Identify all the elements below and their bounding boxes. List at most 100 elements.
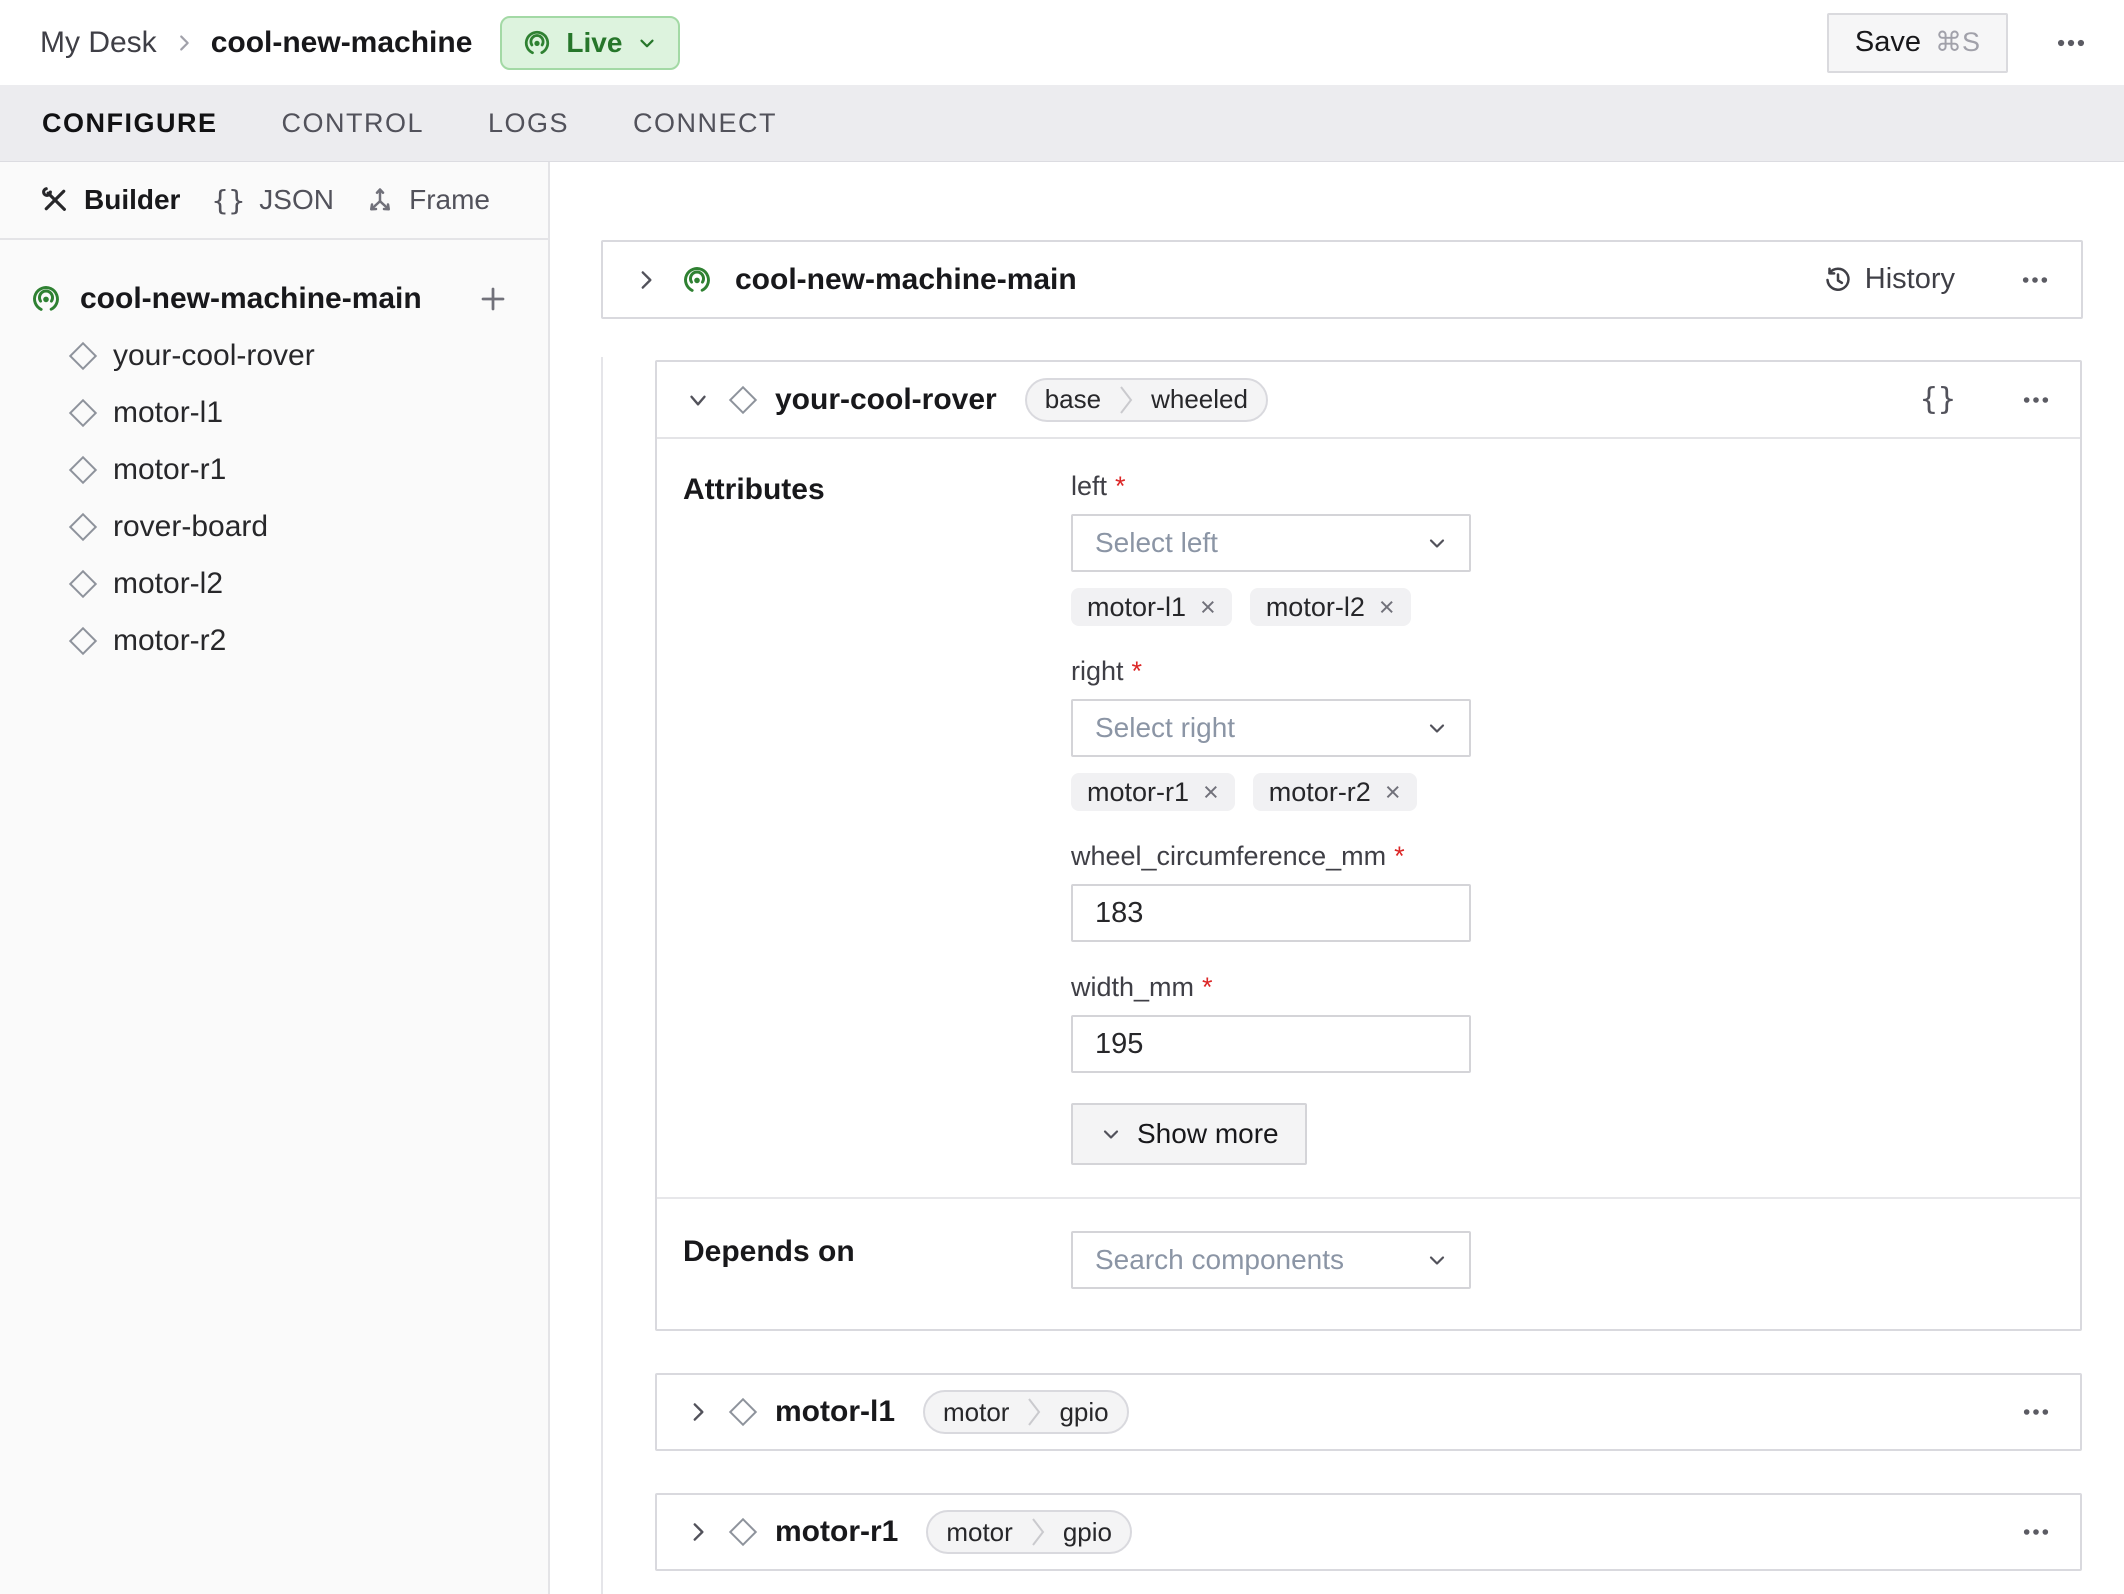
select-left-placeholder: Select left	[1095, 527, 1218, 558]
badge-divider-chevron	[1028, 1398, 1041, 1426]
machine-part-icon	[30, 283, 62, 315]
history-button[interactable]: History	[1823, 263, 1955, 296]
required-asterisk: *	[1394, 841, 1405, 871]
field-width: width_mm *	[1071, 972, 1471, 1073]
main-tab-bar: CONFIGURE CONTROL LOGS CONNECT	[0, 85, 2124, 162]
tree-item-label: motor-r2	[113, 623, 227, 657]
select-left-dropdown[interactable]: Select left	[1071, 514, 1471, 572]
configure-panel: cool-new-machine-main History your-cool-…	[550, 162, 2124, 1594]
tab-control[interactable]: CONTROL	[282, 108, 425, 139]
motor-l1-card: motor-l1 motor gpio	[655, 1373, 2082, 1451]
badge-type: base	[1044, 384, 1102, 414]
required-asterisk: *	[1202, 972, 1213, 1002]
rover-component-card: your-cool-rover base wheeled {} Attribut…	[655, 360, 2082, 1331]
machine-part-card: cool-new-machine-main History	[601, 240, 2083, 319]
chevron-right-icon	[173, 32, 195, 54]
tree-item-label: motor-l1	[113, 395, 224, 429]
tree-item-motor-l2[interactable]: motor-l2	[0, 555, 548, 612]
badge-type: motor	[946, 1516, 1013, 1547]
add-component-button[interactable]	[478, 284, 508, 314]
chip-label: motor-l2	[1265, 591, 1365, 622]
left-chips: motor-l1 × motor-l2 ×	[1071, 588, 1471, 626]
component-diamond-icon	[68, 398, 98, 427]
motor-r1-menu-button[interactable]	[2020, 1516, 2052, 1548]
view-builder[interactable]: Builder	[40, 184, 180, 216]
frame-axes-icon	[365, 185, 395, 215]
required-asterisk: *	[1115, 471, 1126, 501]
badge-model: gpio	[1059, 1396, 1109, 1427]
view-json-label: JSON	[259, 184, 334, 215]
chevron-down-icon	[1429, 539, 1445, 548]
save-button[interactable]: Save ⌘S	[1826, 12, 2008, 73]
field-left: left * Select left motor-l1 × motor-l2 ×	[1071, 471, 1471, 626]
save-button-label: Save	[1854, 26, 1921, 58]
chevron-down-icon	[1103, 1130, 1119, 1139]
badge-type: motor	[943, 1396, 1010, 1427]
component-diamond-icon	[728, 385, 758, 414]
edit-json-button[interactable]: {}	[1920, 382, 1956, 417]
attributes-section: Attributes left * Select left motor-l1 ×…	[657, 439, 2080, 1197]
breadcrumb: My Desk cool-new-machine	[40, 26, 472, 60]
overflow-menu-button[interactable]	[2054, 26, 2088, 60]
component-diamond-icon	[68, 626, 98, 655]
tree-item-rover-board[interactable]: rover-board	[0, 498, 548, 555]
history-clock-icon	[1823, 265, 1853, 295]
collapse-chevron-down-icon[interactable]	[685, 387, 711, 413]
chevron-down-icon	[1429, 724, 1445, 733]
breadcrumb-current: cool-new-machine	[210, 25, 473, 59]
live-status-label: Live	[566, 26, 623, 58]
expand-chevron-right-icon[interactable]	[685, 1519, 711, 1545]
motor-l1-title: motor-l1	[775, 1395, 895, 1428]
badge-divider-chevron	[1032, 1518, 1045, 1546]
tab-configure[interactable]: CONFIGURE	[42, 108, 218, 139]
chip-motor-l2[interactable]: motor-l2 ×	[1249, 588, 1411, 626]
part-menu-button[interactable]	[2019, 264, 2051, 296]
chip-motor-r1[interactable]: motor-r1 ×	[1071, 773, 1235, 811]
motor-r1-title: motor-r1	[775, 1515, 899, 1548]
remove-chip-icon[interactable]: ×	[1385, 777, 1401, 808]
label-text: right	[1071, 656, 1124, 686]
component-diamond-icon	[68, 455, 98, 484]
expand-chevron-right-icon[interactable]	[685, 1399, 711, 1425]
show-more-button[interactable]: Show more	[1071, 1103, 1307, 1165]
tree-root-machine-part[interactable]: cool-new-machine-main	[0, 270, 548, 327]
rover-title: your-cool-rover	[775, 382, 997, 416]
depends-on-heading: Depends on	[683, 1235, 855, 1268]
machine-part-icon	[681, 264, 713, 296]
field-right-label: right *	[1071, 656, 1471, 687]
chip-motor-l1[interactable]: motor-l1 ×	[1071, 588, 1232, 626]
label-text: width_mm	[1071, 972, 1195, 1002]
expand-chevron-right-icon[interactable]	[633, 267, 659, 293]
view-builder-label: Builder	[84, 184, 181, 215]
field-width-label: width_mm *	[1071, 972, 1471, 1003]
field-right: right * Select right motor-r1 × motor-r2…	[1071, 656, 1471, 811]
top-bar: My Desk cool-new-machine Live Save ⌘S	[0, 0, 2124, 85]
tree-item-your-cool-rover[interactable]: your-cool-rover	[0, 327, 548, 384]
tree-item-motor-r2[interactable]: motor-r2	[0, 612, 548, 669]
rover-menu-button[interactable]	[2020, 384, 2052, 416]
remove-chip-icon[interactable]: ×	[1379, 592, 1395, 623]
live-status-dropdown[interactable]: Live	[500, 15, 681, 70]
tree-item-motor-l1[interactable]: motor-l1	[0, 384, 548, 441]
chip-motor-r2[interactable]: motor-r2 ×	[1252, 773, 1417, 811]
tree-item-motor-r1[interactable]: motor-r1	[0, 441, 548, 498]
search-components-placeholder: Search components	[1095, 1244, 1345, 1275]
save-shortcut-hint: ⌘S	[1934, 27, 1980, 57]
remove-chip-icon[interactable]: ×	[1203, 777, 1219, 808]
select-right-dropdown[interactable]: Select right	[1071, 699, 1471, 757]
breadcrumb-parent-link[interactable]: My Desk	[40, 26, 157, 60]
width-input[interactable]	[1071, 1015, 1471, 1073]
tab-logs[interactable]: LOGS	[488, 108, 569, 139]
attributes-heading: Attributes	[683, 473, 825, 506]
chip-label: motor-l1	[1087, 591, 1187, 622]
attributes-fields: left * Select left motor-l1 × motor-l2 ×…	[1071, 439, 1471, 1197]
view-json[interactable]: {} JSON	[212, 184, 334, 217]
wheel-circumference-input[interactable]	[1071, 884, 1471, 942]
view-frame[interactable]: Frame	[365, 184, 490, 216]
tab-connect[interactable]: CONNECT	[633, 108, 777, 139]
search-components-dropdown[interactable]: Search components	[1071, 1231, 1471, 1289]
tree-root-label: cool-new-machine-main	[80, 281, 422, 315]
motor-l1-menu-button[interactable]	[2020, 1396, 2052, 1428]
remove-chip-icon[interactable]: ×	[1200, 592, 1216, 623]
badge-model: wheeled	[1151, 384, 1248, 414]
